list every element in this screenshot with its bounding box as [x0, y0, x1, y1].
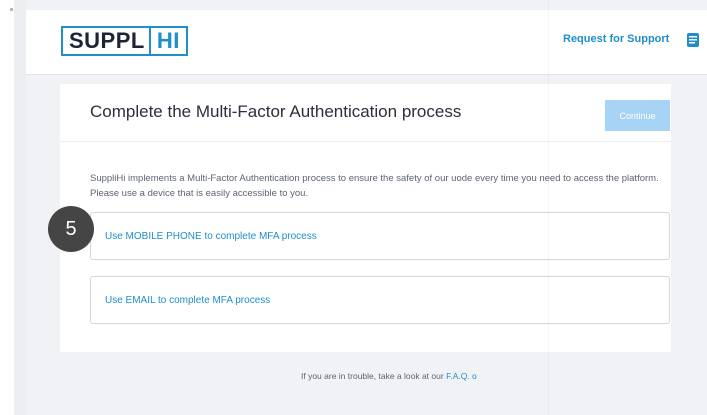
page-frame: SUPPL HI Request for Support Complete th…	[26, 0, 707, 415]
option-label: Use EMAIL to complete MFA process	[105, 294, 271, 306]
email-option[interactable]: Use EMAIL to complete MFA process	[90, 276, 670, 324]
help-footer: If you are in trouble, take a look at ou…	[301, 371, 477, 381]
continue-button[interactable]: Continue	[605, 100, 670, 131]
logo-text-suppl: SUPPL	[61, 26, 149, 56]
help-text: If you are in trouble, take a look at ou…	[301, 371, 444, 381]
divider	[60, 141, 671, 142]
option-label: Use MOBILE PHONE to complete MFA process	[105, 230, 317, 242]
page-title: Complete the Multi-Factor Authentication…	[90, 102, 462, 121]
left-edge	[0, 0, 14, 415]
supplhi-logo[interactable]: SUPPL HI	[61, 26, 188, 56]
step-number-badge: 5	[48, 206, 94, 252]
gutter	[14, 0, 26, 415]
faq-link[interactable]: F.A.Q. o	[446, 371, 477, 381]
mobile-phone-option[interactable]: Use MOBILE PHONE to complete MFA process	[90, 212, 670, 260]
edge-marker	[10, 8, 13, 11]
logo-text-hi: HI	[148, 26, 188, 56]
mfa-description: SuppliHi implements a Multi-Factor Authe…	[90, 173, 659, 199]
top-bar: SUPPL HI Request for Support	[26, 10, 707, 75]
request-support-link[interactable]: Request for Support	[563, 33, 669, 45]
book-icon[interactable]	[686, 32, 700, 48]
divider	[548, 0, 549, 415]
mfa-card: Complete the Multi-Factor Authentication…	[60, 84, 671, 352]
